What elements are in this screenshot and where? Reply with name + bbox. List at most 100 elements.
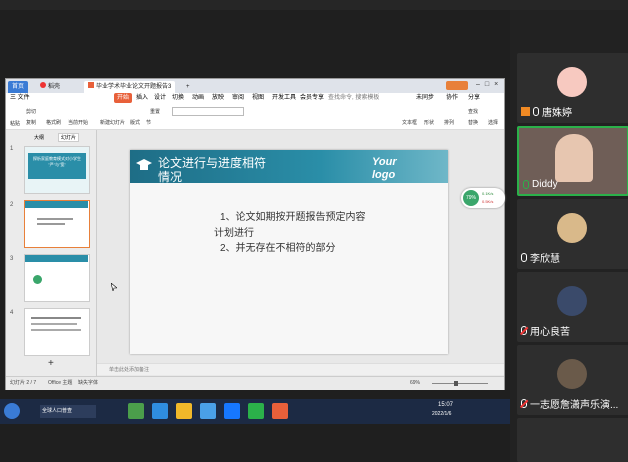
tab-wps[interactable]: 稻壳 <box>36 81 64 93</box>
command-search[interactable]: 查找命令, 搜索模板 <box>328 93 379 103</box>
participant-name-row: 唐姝婷 <box>521 104 572 119</box>
video-feed <box>555 134 593 182</box>
menu-vip[interactable]: 会员专享 <box>300 93 324 103</box>
slide-editor-canvas: 论文进行与进度相符情况 Your logo 1、论文如期按开题报告预定内容 计划… <box>97 130 505 376</box>
reset-button[interactable]: 重置 <box>150 108 160 115</box>
add-slide-button[interactable]: + <box>48 358 54 369</box>
windows-taskbar: 全球人口普查 15:07 2022/1/6 <box>0 399 510 424</box>
zoom-slider-thumb[interactable] <box>454 381 458 386</box>
thumb3-circle <box>33 275 42 284</box>
font-select[interactable] <box>172 107 244 116</box>
menu-review[interactable]: 审阅 <box>232 93 244 103</box>
slide-body-line-3: 2、并无存在不相符的部分 <box>220 243 336 254</box>
new-tab-button[interactable]: + <box>182 81 194 93</box>
menu-file[interactable]: 三 文件 <box>10 93 30 103</box>
speed-percent: 79% <box>463 190 479 206</box>
participant-tile-speaking[interactable]: Diddy <box>517 126 628 196</box>
participant-tile[interactable]: 一志愿詹潇声乐演... <box>517 345 628 415</box>
menu-design[interactable]: 设计 <box>154 93 166 103</box>
avatar <box>557 67 587 97</box>
thumb2-line <box>37 223 65 225</box>
slide-body-line-2: 计划进行 <box>214 228 254 239</box>
participants-panel: 唐姝婷 Diddy 李欣慧 用心良苦 一志愿詹潇声乐演... <box>510 10 628 462</box>
thumb1-title-block: 探析家庭教育模式对小学生 "严"与"宽" <box>28 153 86 179</box>
replace-button[interactable]: 替换 <box>468 119 478 126</box>
share-button[interactable]: 分享 <box>468 93 480 103</box>
thumb4-line <box>31 317 81 319</box>
font-format-buttons[interactable] <box>172 118 242 125</box>
meeting-bottom-bar <box>0 424 510 462</box>
slide-thumbnail-panel: 大纲 幻灯片 1 探析家庭教育模式对小学生 "严"与"宽" 2 3 4 + <box>6 130 97 376</box>
participant-tile[interactable]: 用心良苦 <box>517 272 628 342</box>
slide-thumbnail-1[interactable]: 探析家庭教育模式对小学生 "严"与"宽" <box>24 146 90 194</box>
participant-name-row: 李欣慧 <box>521 250 560 265</box>
participant-name: 唐姝婷 <box>542 108 572 119</box>
mic-muted-icon <box>521 326 527 335</box>
mic-icon <box>521 253 527 262</box>
new-slide-button[interactable]: 新建幻灯片 <box>100 119 125 126</box>
section-button[interactable]: 节 <box>146 119 151 126</box>
window-controls[interactable]: –□× <box>476 81 503 88</box>
find-button[interactable]: 查找 <box>468 108 478 115</box>
arrange-button[interactable]: 排列 <box>444 119 454 126</box>
app-icon[interactable] <box>128 403 144 419</box>
menu-animation[interactable]: 动画 <box>192 93 204 103</box>
app-icon[interactable] <box>200 403 216 419</box>
graduation-cap-icon <box>136 158 152 172</box>
tab-document[interactable]: 毕业学术毕业论文开题报告3 <box>84 81 176 93</box>
ie-taskbar-item[interactable]: 全球人口普查 <box>40 405 96 418</box>
download-speed: 0.5K/s <box>482 199 494 204</box>
collab-button[interactable]: 协作 <box>446 93 458 103</box>
avatar <box>557 213 587 243</box>
menu-transition[interactable]: 切换 <box>172 93 184 103</box>
participant-tile[interactable] <box>517 418 628 462</box>
participant-name-row: 一志愿詹潇声乐演... <box>521 396 618 411</box>
theme-name: Office 主题 <box>48 380 73 386</box>
wechat-icon[interactable] <box>248 403 264 419</box>
current-slide[interactable]: 论文进行与进度相符情况 Your logo 1、论文如期按开题报告预定内容 计划… <box>130 150 448 354</box>
slide-thumbnail-4[interactable] <box>24 308 90 356</box>
login-button[interactable] <box>446 81 468 90</box>
slide-body-line-1: 1、论文如期按开题报告预定内容 <box>220 212 366 223</box>
folder-icon[interactable] <box>176 403 192 419</box>
participant-name: 用心良苦 <box>530 327 570 338</box>
zoom-slider[interactable] <box>432 383 488 384</box>
thumb1-subtitle: "严"与"宽" <box>48 162 66 167</box>
menu-devtools[interactable]: 开发工具 <box>272 93 296 103</box>
textbox-button[interactable]: 文本框 <box>402 119 417 126</box>
participant-tile[interactable]: 李欣慧 <box>517 199 628 269</box>
slide-thumbnail-2[interactable] <box>24 200 90 248</box>
participant-tile[interactable]: 唐姝婷 <box>517 53 628 123</box>
missing-fonts[interactable]: 缺失字体 <box>78 377 98 390</box>
paste-button[interactable]: 粘贴 <box>10 120 20 127</box>
menu-start[interactable]: 开始 <box>114 93 133 103</box>
select-button[interactable]: 选择 <box>488 119 498 126</box>
network-speed-widget[interactable]: 79% 0.1K/s 0.5K/s <box>461 188 505 208</box>
shape-button[interactable]: 形状 <box>424 119 434 126</box>
slide-title: 论文进行与进度相符情况 <box>158 156 267 184</box>
participant-name-row: Diddy <box>523 179 558 190</box>
sync-status[interactable]: 未同步 <box>416 93 434 103</box>
layout-button[interactable]: 版式 <box>130 119 140 126</box>
slide-thumbnail-3[interactable] <box>24 254 90 302</box>
tab-home[interactable]: 首页 <box>8 81 29 93</box>
tab-slides[interactable]: 幻灯片 <box>58 133 80 142</box>
slide-counter: 幻灯片 2 / 7 <box>10 380 37 386</box>
play-current-button[interactable]: 当前开始 <box>68 119 88 126</box>
wps-app-icon[interactable] <box>272 403 288 419</box>
thumb-number: 2 <box>10 202 14 208</box>
notes-pane[interactable]: 单击此处添加备注 <box>97 363 504 375</box>
app-icon[interactable] <box>152 403 168 419</box>
format-painter-button[interactable]: 格式刷 <box>46 119 61 126</box>
cut-button[interactable]: 剪切 <box>26 108 36 115</box>
start-icon[interactable] <box>4 403 20 419</box>
mic-muted-icon <box>521 399 527 408</box>
menu-view[interactable]: 视图 <box>252 93 264 103</box>
wps-logo-icon <box>40 82 46 88</box>
meeting-app-icon[interactable] <box>224 403 240 419</box>
menu-insert[interactable]: 插入 <box>136 93 148 103</box>
menu-slideshow[interactable]: 放映 <box>212 93 224 103</box>
avatar <box>557 359 587 389</box>
copy-button[interactable]: 复制 <box>26 119 36 126</box>
tab-outline[interactable]: 大纲 <box>34 134 44 141</box>
